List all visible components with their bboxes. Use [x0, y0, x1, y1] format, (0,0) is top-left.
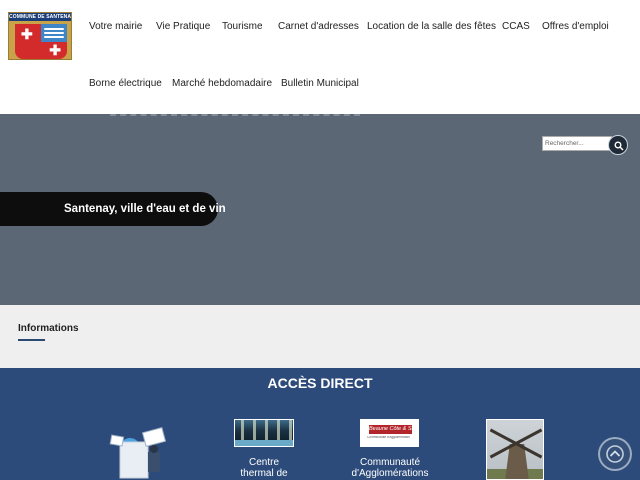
coat-of-arms-icon: ✚ ✚	[15, 24, 67, 59]
informations-title[interactable]: Informations	[18, 323, 79, 334]
nav-item-carnet-adresses[interactable]: Carnet d'adresses	[278, 21, 359, 32]
centre-thermal-label[interactable]: Centre thermal de	[226, 457, 302, 479]
nav-item-borne-electrique[interactable]: Borne électrique	[89, 78, 162, 89]
search-icon	[614, 141, 624, 151]
documents-illustration-icon[interactable]	[108, 422, 170, 480]
nav-item-offres-emploi[interactable]: Offres d'emploi	[542, 21, 609, 32]
acces-direct-title: ACCÈS DIRECT	[267, 375, 373, 391]
informations-underline	[18, 339, 45, 341]
nav-item-bulletin-municipal[interactable]: Bulletin Municipal	[281, 78, 359, 89]
scroll-to-top-button[interactable]	[598, 437, 632, 471]
centre-thermal-image[interactable]	[234, 419, 294, 447]
windmill-image[interactable]	[486, 419, 544, 480]
nav-item-location-salle[interactable]: Location de la salle des fêtes	[367, 21, 496, 32]
hero-tagline: Santenay, ville d'eau et de vin	[0, 192, 226, 226]
nav-item-tourisme[interactable]: Tourisme	[222, 21, 263, 32]
commune-logo[interactable]: COMMUNE DE SANTENAY ✚ ✚	[8, 12, 72, 60]
logo-text: COMMUNE DE SANTENAY	[9, 13, 72, 21]
informations-section	[0, 305, 640, 368]
nav-item-marche-hebdomadaire[interactable]: Marché hebdomadaire	[172, 78, 272, 89]
nav-item-vie-pratique[interactable]: Vie Pratique	[156, 21, 210, 32]
communaute-agglo-label[interactable]: Communauté d'Agglomérations	[340, 457, 440, 479]
nav-item-ccas[interactable]: CCAS	[502, 21, 530, 32]
nav-item-votre-mairie[interactable]: Votre mairie	[89, 21, 142, 32]
site-header: COMMUNE DE SANTENAY ✚ ✚ Votre mairie Vie…	[0, 0, 640, 114]
chevron-up-icon	[606, 445, 624, 463]
hero-decoration	[110, 114, 360, 118]
search-button[interactable]	[608, 135, 628, 155]
communaute-agglo-logo[interactable]: Beaune Côte & Sud Communauté d'Aggloméra…	[360, 419, 419, 447]
search-input[interactable]: Rechercher...	[542, 136, 612, 151]
